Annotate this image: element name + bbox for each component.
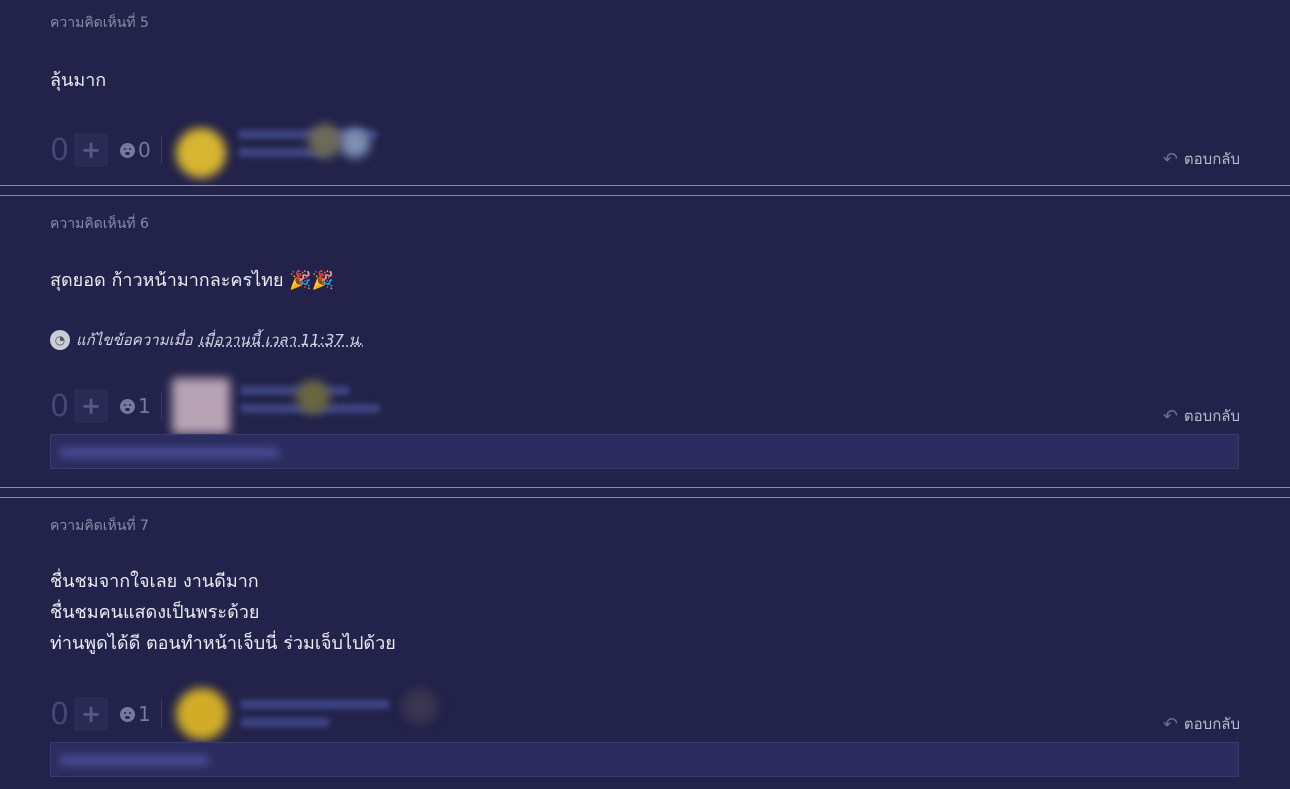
comment-body: ลุ้นมาก bbox=[50, 65, 106, 96]
vote-count: 0 bbox=[50, 696, 70, 732]
comment-number: ความคิดเห็นที่ 5 bbox=[50, 15, 149, 31]
divider bbox=[160, 392, 162, 420]
comment-text-line: ท่านพูดได้ดี ตอนทำหน้าเจ็บนี่ ร่วมเจ็บไป… bbox=[50, 633, 396, 654]
reply-preview[interactable] bbox=[50, 742, 1239, 777]
emotion-button[interactable]: 1 bbox=[120, 702, 151, 726]
comment-text-line: ลุ้นมาก bbox=[50, 70, 107, 91]
blurred-user-info bbox=[171, 378, 432, 434]
divider bbox=[160, 136, 162, 164]
reply-label: ตอบกลับ bbox=[1183, 407, 1240, 425]
plus-icon: + bbox=[80, 392, 102, 420]
plus-button[interactable]: + bbox=[74, 389, 108, 423]
blurred-line bbox=[59, 755, 209, 766]
divider bbox=[160, 700, 162, 728]
comment-text-line: สุดยอด ก้าวหน้ามากละครไทย 🎉🎉 bbox=[50, 270, 335, 291]
vote-row: 0 + 0 bbox=[50, 122, 432, 178]
edit-prefix: แก้ไขข้อความเมื่อ bbox=[76, 331, 193, 349]
plus-button[interactable]: + bbox=[74, 133, 108, 167]
comment-number: ความคิดเห็นที่ 6 bbox=[50, 216, 149, 232]
blurred-line bbox=[59, 447, 279, 458]
comment-text-line: ชื่นชมคนแสดงเป็นพระด้วย bbox=[50, 602, 260, 623]
reply-icon: ↶ bbox=[1162, 405, 1178, 427]
comment-divider bbox=[0, 185, 1290, 196]
comment-number: ความคิดเห็นที่ 7 bbox=[50, 518, 149, 534]
emotion-count: 0 bbox=[138, 138, 151, 162]
blurred-user-info bbox=[172, 686, 438, 742]
edit-note: ◔ แก้ไขข้อความเมื่อ เมื่อวานนี้ เวลา 11:… bbox=[50, 328, 364, 352]
reply-label: ตอบกลับ bbox=[1183, 715, 1240, 733]
plus-icon: + bbox=[80, 700, 102, 728]
emotion-count: 1 bbox=[138, 702, 151, 726]
emotion-button[interactable]: 0 bbox=[120, 138, 151, 162]
reply-button[interactable]: ↶ ตอบกลับ bbox=[1163, 404, 1240, 428]
reply-icon: ↶ bbox=[1162, 148, 1178, 170]
reply-button[interactable]: ↶ ตอบกลับ bbox=[1163, 712, 1240, 736]
avatar bbox=[175, 128, 226, 178]
reply-icon: ↶ bbox=[1162, 713, 1178, 735]
avatar bbox=[401, 688, 438, 724]
avatar bbox=[307, 124, 342, 158]
comment-body: ชื่นชมจากใจเลย งานดีมาก ชื่นชมคนแสดงเป็น… bbox=[50, 566, 396, 659]
blurred-line bbox=[239, 386, 350, 395]
comment-divider bbox=[0, 487, 1290, 498]
vote-count: 0 bbox=[50, 388, 70, 424]
clock-icon: ◔ bbox=[50, 330, 70, 350]
avatar bbox=[175, 688, 228, 740]
comment-text-line: ชื่นชมจากใจเลย งานดีมาก bbox=[50, 571, 259, 592]
emotion-button[interactable]: 1 bbox=[120, 394, 151, 418]
avatar bbox=[295, 380, 330, 414]
emotion-count: 1 bbox=[138, 394, 151, 418]
reply-button[interactable]: ↶ ตอบกลับ bbox=[1163, 147, 1240, 171]
vote-row: 0 + 1 bbox=[50, 378, 432, 434]
emotion-icon bbox=[120, 142, 135, 158]
reply-label: ตอบกลับ bbox=[1183, 150, 1240, 168]
avatar bbox=[339, 128, 370, 158]
emotion-icon bbox=[120, 706, 135, 722]
vote-row: 0 + 1 bbox=[50, 686, 438, 742]
avatar bbox=[171, 378, 230, 434]
emotion-icon bbox=[120, 398, 135, 414]
edit-time[interactable]: เมื่อวานนี้ เวลา 11:37 น. bbox=[199, 328, 364, 352]
reply-preview[interactable] bbox=[50, 434, 1239, 469]
blurred-user-info bbox=[172, 122, 432, 178]
blurred-line bbox=[239, 700, 390, 709]
plus-icon: + bbox=[80, 136, 102, 164]
vote-count: 0 bbox=[50, 132, 70, 168]
plus-button[interactable]: + bbox=[74, 697, 108, 731]
comment-body: สุดยอด ก้าวหน้ามากละครไทย 🎉🎉 bbox=[50, 265, 334, 296]
blurred-line bbox=[239, 718, 330, 727]
